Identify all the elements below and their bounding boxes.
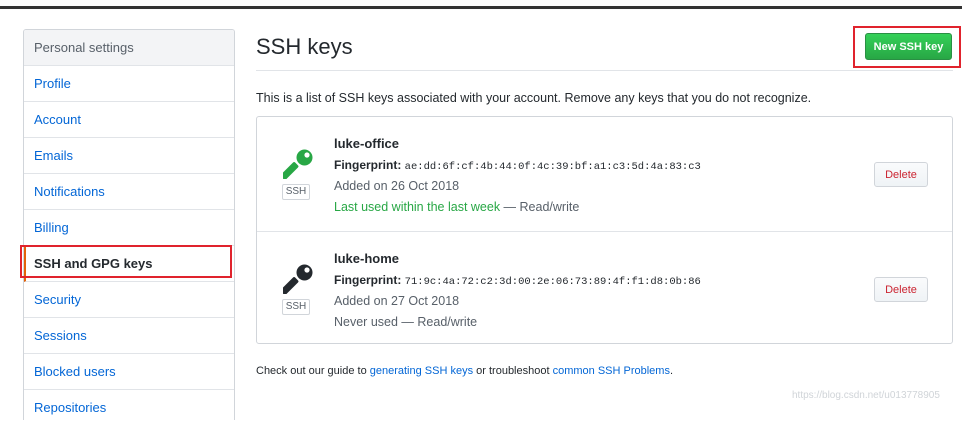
help-suffix: . <box>669 365 674 377</box>
settings-sidebar: Personal settings Profile Account Emails… <box>23 29 235 420</box>
key-usage: Last used within the last week — Read/wr… <box>334 200 579 214</box>
key-last-used: Last used within the last week <box>334 200 501 214</box>
fingerprint-value: ae:dd:6f:cf:4b:44:0f:4c:39:bf:a1:c3:5d:4… <box>404 161 701 173</box>
ssh-badge: SSH <box>282 299 310 315</box>
key-access: — Read/write <box>500 200 580 214</box>
key-access: — Read/write <box>397 315 478 329</box>
sidebar-item-repositories[interactable]: Repositories <box>24 390 234 420</box>
page-title: SSH keys <box>256 34 353 59</box>
fingerprint-value: 71:9c:4a:72:c2:3d:00:2e:06:73:89:4f:f1:d… <box>404 276 701 288</box>
sidebar-item-sessions[interactable]: Sessions <box>24 318 234 354</box>
new-ssh-key-button[interactable]: New SSH key <box>865 33 952 60</box>
key-usage: Never used — Read/write <box>334 315 477 329</box>
fingerprint-line: Fingerprint: 71:9c:4a:72:c2:3d:00:2e:06:… <box>334 273 701 288</box>
fingerprint-line: Fingerprint: ae:dd:6f:cf:4b:44:0f:4c:39:… <box>334 158 701 173</box>
ssh-key-list: SSH luke-office Fingerprint: ae:dd:6f:cf… <box>256 116 953 344</box>
delete-key-button[interactable]: Delete <box>874 162 928 187</box>
sidebar-item-security[interactable]: Security <box>24 282 234 318</box>
sidebar-header: Personal settings <box>24 30 234 66</box>
sidebar-item-blocked-users[interactable]: Blocked users <box>24 354 234 390</box>
key-icon <box>283 149 313 179</box>
delete-key-button[interactable]: Delete <box>874 277 928 302</box>
watermark: https://blog.csdn.net/u013778905 <box>792 390 940 401</box>
key-title: luke-home <box>334 251 400 266</box>
key-added-date: Added on 26 Oct 2018 <box>334 179 460 193</box>
sidebar-item-ssh-gpg-keys[interactable]: SSH and GPG keys <box>24 246 234 282</box>
help-prefix: Check out our guide to <box>256 365 370 377</box>
sidebar-item-emails[interactable]: Emails <box>24 138 234 174</box>
ssh-key-item: SSH luke-home Fingerprint: 71:9c:4a:72:c… <box>257 231 952 345</box>
help-middle: or troubleshoot <box>473 365 553 377</box>
sidebar-item-profile[interactable]: Profile <box>24 66 234 102</box>
sidebar-item-billing[interactable]: Billing <box>24 210 234 246</box>
key-last-used: Never used <box>334 315 398 329</box>
sidebar-item-notifications[interactable]: Notifications <box>24 174 234 210</box>
fingerprint-label: Fingerprint: <box>334 158 402 172</box>
top-border <box>0 6 962 9</box>
sidebar-item-account[interactable]: Account <box>24 102 234 138</box>
key-title: luke-office <box>334 136 400 151</box>
ssh-badge: SSH <box>282 184 310 200</box>
common-ssh-problems-link[interactable]: common SSH Problems <box>553 365 670 377</box>
key-added-date: Added on 27 Oct 2018 <box>334 294 460 308</box>
help-text: Check out our guide to generating SSH ke… <box>256 365 673 377</box>
intro-text: This is a list of SSH keys associated wi… <box>256 91 812 105</box>
fingerprint-label: Fingerprint: <box>334 273 402 287</box>
generating-ssh-keys-link[interactable]: generating SSH keys <box>370 365 473 377</box>
ssh-key-item: SSH luke-office Fingerprint: ae:dd:6f:cf… <box>257 117 952 231</box>
title-divider <box>256 70 953 71</box>
key-icon <box>283 264 313 294</box>
